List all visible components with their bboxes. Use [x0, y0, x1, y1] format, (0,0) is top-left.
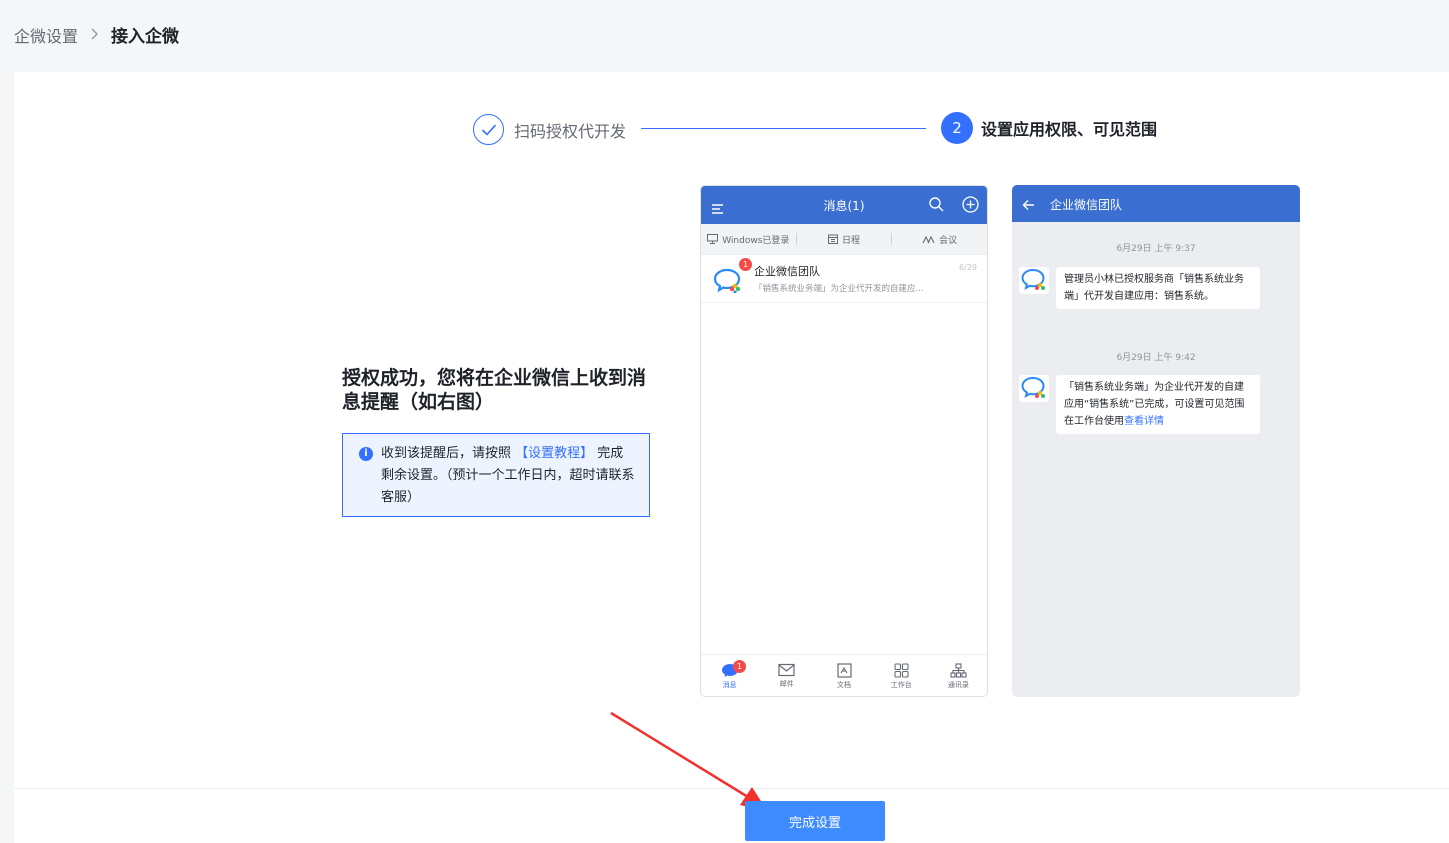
- tab-docs-label: 文档: [837, 681, 851, 689]
- wecom-logo-icon: [1019, 267, 1049, 294]
- back-arrow-icon: [1022, 196, 1035, 215]
- tutorial-link[interactable]: 【设置教程】: [515, 446, 593, 461]
- unread-badge: 1: [739, 258, 752, 271]
- step-1-label: 扫码授权代开发: [514, 121, 627, 141]
- wecom-logo-icon: [713, 267, 743, 297]
- mail-icon: [778, 663, 795, 677]
- phone1-tabbar: 1 消息 邮件 文档 工作台 通讯录: [701, 654, 987, 696]
- monitor-icon: [707, 234, 719, 244]
- tab-badge: 1: [733, 660, 746, 673]
- phone1-subbar: Windows已登录 日程 会议: [701, 224, 987, 255]
- tab-contacts: 通讯录: [930, 655, 987, 696]
- tab-messages-label: 消息: [722, 681, 737, 689]
- top-bar: 企微设置 接入企微: [0, 0, 1449, 72]
- subbar-windows: Windows已登录: [701, 233, 796, 246]
- contacts-icon: [950, 663, 967, 678]
- doc-icon: [836, 663, 852, 678]
- step-2-label: 设置应用权限、可见范围: [981, 120, 1158, 139]
- message-sender: 企业微信团队: [754, 265, 820, 278]
- breadcrumb: 企微设置 接入企微: [14, 22, 180, 48]
- message-item: 1 企业微信团队 「销售系统业务端」为企业代开发的自建应... 6/29: [701, 255, 987, 303]
- phone1-header: 消息(1): [701, 186, 987, 224]
- info-icon: i: [359, 447, 373, 461]
- calendar-icon: [828, 234, 838, 244]
- chevron-right-icon: [90, 26, 99, 44]
- breadcrumb-current: 接入企微: [111, 27, 180, 47]
- message-preview: 「销售系统业务端」为企业代开发的自建应...: [754, 284, 924, 294]
- chat-timestamp: 6月29日 上午 9:37: [1116, 244, 1196, 254]
- step-1: 扫码授权代开发: [473, 114, 626, 145]
- subbar-meeting: 会议: [892, 233, 987, 246]
- phone1-title: 消息(1): [823, 199, 865, 213]
- subbar-schedule-label: 日程: [842, 235, 861, 246]
- notice-text-pre: 收到该提醒后，请按照: [381, 446, 516, 461]
- phone2-header: 企业微信团队: [1012, 185, 1300, 222]
- tab-contacts-label: 通讯录: [947, 681, 969, 689]
- subbar-schedule: 日程: [797, 233, 892, 246]
- phone-preview-chat: 企业微信团队 6月29日 上午 9:37 管理员小林已授权服务商「销售系统业务端…: [1012, 185, 1300, 697]
- phone2-title: 企业微信团队: [1050, 198, 1123, 212]
- check-icon: [473, 114, 504, 145]
- chat-timestamp: 6月29日 上午 9:42: [1116, 353, 1196, 363]
- chat-bubble: 管理员小林已授权服务商「销售系统业务端」代开发自建应用：销售系统。: [1056, 267, 1260, 309]
- search-icon: [929, 197, 944, 216]
- tab-mail: 邮件: [758, 655, 815, 696]
- tab-docs: 文档: [815, 655, 872, 696]
- success-title: 授权成功，您将在企业微信上收到消息提醒（如右图）: [342, 367, 647, 413]
- wecom-logo-icon: [1019, 375, 1049, 402]
- finish-setup-button[interactable]: 完成设置: [745, 801, 885, 841]
- grid-icon: [894, 663, 909, 678]
- notice-box: i 收到该提醒后，请按照 【设置教程】 完成剩余设置。（预计一个工作日内，超时请…: [342, 433, 650, 517]
- view-details-link[interactable]: 查看详情: [1124, 416, 1164, 427]
- plus-circle-icon: [962, 196, 979, 217]
- subbar-meeting-label: 会议: [939, 235, 958, 246]
- breadcrumb-parent[interactable]: 企微设置: [14, 23, 78, 47]
- tab-workbench-label: 工作台: [890, 681, 912, 689]
- tab-mail-label: 邮件: [779, 680, 794, 688]
- steps-connector: [641, 128, 926, 129]
- step-2-number: 2: [941, 112, 973, 144]
- message-date: 6/29: [959, 263, 977, 272]
- footer-bar: [14, 788, 1449, 843]
- tab-messages: 1 消息: [701, 655, 758, 696]
- subbar-windows-label: Windows已登录: [722, 235, 790, 246]
- phone-preview-messages: 消息(1) Windows已登录 日程 会议 1 企业微信团队 「销售系统业务端…: [700, 185, 988, 697]
- chat-bubble: 「销售系统业务端」为企业代开发的自建应用“销售系统”已完成，可设置可见范围在工作…: [1056, 375, 1260, 434]
- meeting-icon: [922, 235, 935, 243]
- step-2: 2 设置应用权限、可见范围: [941, 112, 1157, 144]
- tab-workbench: 工作台: [873, 655, 930, 696]
